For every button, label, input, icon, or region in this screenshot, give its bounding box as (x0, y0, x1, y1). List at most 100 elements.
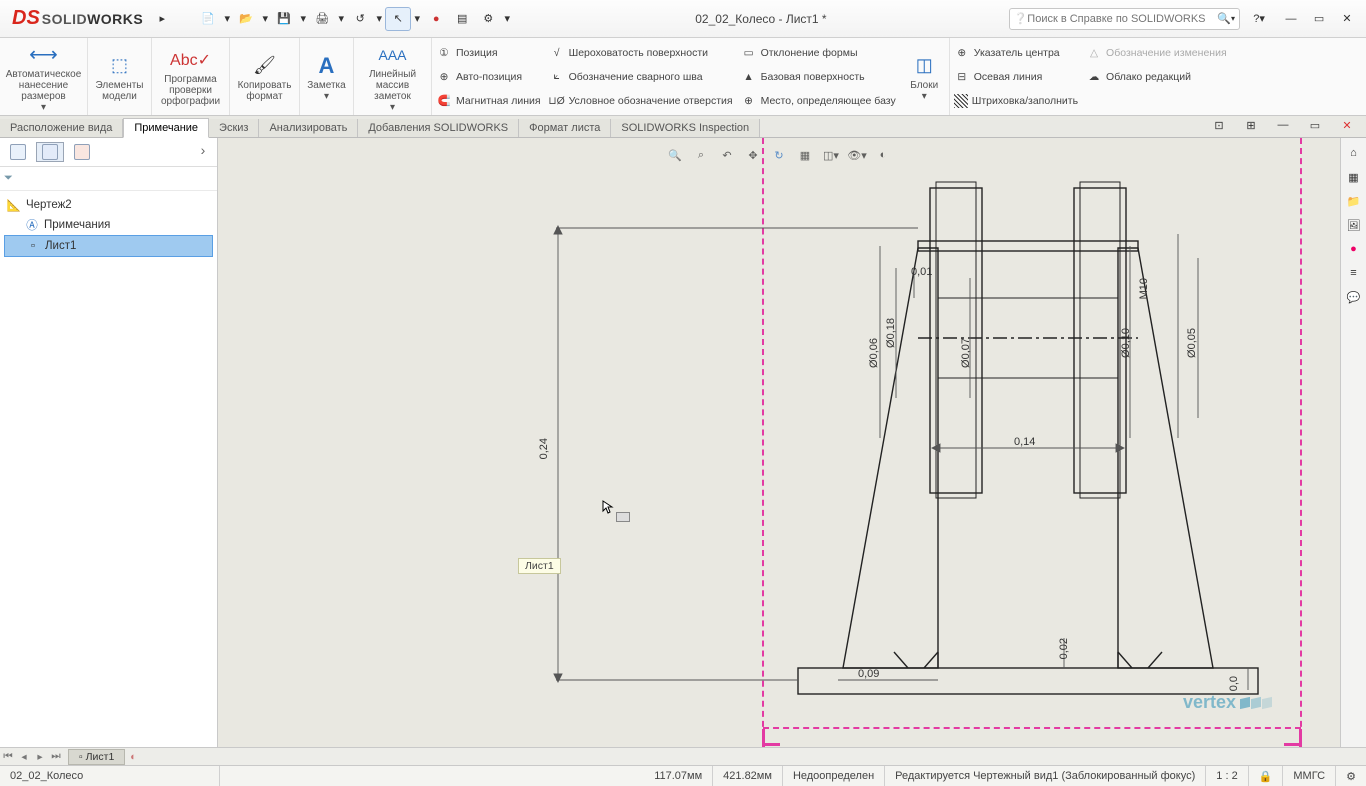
tab-annotation[interactable]: Примечание (123, 118, 209, 138)
tree-annotations[interactable]: Ⓐ Примечания (4, 215, 213, 235)
sheet-nav-next[interactable]: ▸ (32, 749, 48, 765)
status-lock-icon[interactable]: 🔒 (1249, 766, 1284, 786)
close-button[interactable]: ✕ (1334, 7, 1360, 31)
mdi-prev-button[interactable]: ⊡ (1206, 113, 1232, 137)
ribbon-blocks[interactable]: ◫ Блоки▾ (900, 38, 950, 115)
add-sheet-button[interactable]: ◐ (125, 749, 141, 765)
title-bar: DS SOLIDWORKS ▸ 📄▾ 📂▾ 💾▾ 🖨▾ ↺▾ ↖▾ ● ▤ ⚙▾… (0, 0, 1366, 38)
select-button[interactable]: ↖ (385, 7, 411, 31)
taskpane-resources-button[interactable]: ▦ (1343, 166, 1365, 188)
taskpane-appearances-button[interactable]: ● (1343, 238, 1365, 260)
ribbon-centerline[interactable]: ⊟Осевая линия (954, 66, 1078, 87)
ribbon-form-deviation[interactable]: ▭Отклонение формы (741, 42, 896, 63)
search-icon[interactable]: 🔍 (1217, 12, 1231, 25)
sheet-nav-first[interactable]: ⏮ (0, 749, 16, 765)
mdi-close-button[interactable]: ✕ (1334, 113, 1360, 137)
tree-sheet-label: Лист1 (45, 240, 76, 252)
print-dropdown[interactable]: ▾ (335, 7, 347, 31)
maximize-button[interactable]: ▭ (1306, 7, 1332, 31)
sheet-tab-icon: ▫ (79, 751, 83, 763)
panel-tab-property-mgr[interactable] (36, 142, 64, 162)
save-button[interactable]: 💾 (271, 7, 297, 31)
select-dropdown[interactable]: ▾ (411, 7, 423, 31)
tree-root-label: Чертеж2 (26, 199, 72, 211)
logo-ds-icon: DS (12, 7, 40, 30)
note-icon: A (313, 52, 341, 80)
taskpane-forum-button[interactable]: 💬 (1343, 286, 1365, 308)
tree-root[interactable]: 📐 Чертеж2 (4, 195, 213, 215)
ribbon-surface-roughness[interactable]: √Шероховатость поверхности (549, 42, 733, 63)
tab-sheet-format[interactable]: Формат листа (519, 119, 611, 137)
mdi-restore-button[interactable]: ▭ (1302, 113, 1328, 137)
status-edit-state: Редактируется Чертежный вид1 (Заблокиров… (885, 766, 1206, 786)
help-button[interactable]: ?▾ (1246, 7, 1272, 31)
ribbon-auto-dimension[interactable]: ⟷ Автоматическое нанесение размеров▾ (0, 38, 88, 115)
app-logo: DS SOLIDWORKS (6, 5, 149, 32)
open-file-dropdown[interactable]: ▾ (259, 7, 271, 31)
undo-button[interactable]: ↺ (347, 7, 373, 31)
taskpane-home-button[interactable]: ⌂ (1343, 142, 1365, 164)
taskpane-view-palette-button[interactable]: 🖼 (1343, 214, 1365, 236)
print-button[interactable]: 🖨 (309, 7, 335, 31)
help-search-dropdown[interactable]: ▾ (1231, 14, 1235, 23)
undo-dropdown[interactable]: ▾ (373, 7, 385, 31)
ribbon-copy-format[interactable]: 🖌 Копировать формат (230, 38, 300, 115)
ribbon-note[interactable]: A Заметка▾ (300, 38, 354, 115)
help-search[interactable]: ❔ 🔍▾ (1009, 8, 1240, 30)
drawing-canvas[interactable]: 🔍 ⌕ ↶ ✥ ↻ ▦ ◫▾ 👁▾ ◐ (218, 138, 1340, 747)
settings-button[interactable]: ⚙ (475, 7, 501, 31)
dim-009: 0,09 (858, 668, 879, 680)
centerline-icon: ⊟ (954, 69, 970, 85)
ribbon-note-array[interactable]: AAA Линейный массив заметок▾ (354, 38, 432, 115)
sheet-tab-1[interactable]: ▫ Лист1 (68, 749, 125, 765)
panel-expand-button[interactable]: › (193, 142, 213, 162)
ribbon-auto-position[interactable]: ⊕Авто-позиция (436, 66, 541, 87)
ribbon-hatch-fill[interactable]: Штриховка/заполнить (954, 90, 1078, 111)
new-file-dropdown[interactable]: ▾ (221, 7, 233, 31)
logo-menu-dropdown[interactable]: ▸ (149, 7, 175, 31)
tree-filter-bar[interactable]: ⏷ (0, 167, 217, 191)
sheet-nav-last[interactable]: ⏭ (48, 749, 64, 765)
triangle-icon: △ (1086, 45, 1102, 61)
tab-view-layout[interactable]: Расположение вида (0, 119, 123, 137)
status-units[interactable]: ММГС (1283, 766, 1336, 786)
datum-target-icon: ⊕ (741, 93, 757, 109)
tab-inspection[interactable]: SOLIDWORKS Inspection (611, 119, 760, 137)
rebuild-button[interactable]: ● (423, 7, 449, 31)
tab-evaluate[interactable]: Анализировать (259, 119, 358, 137)
status-definition: Недоопределен (783, 766, 885, 786)
ribbon-magnetic-line[interactable]: 🧲Магнитная линия (436, 90, 541, 111)
tree-sheet1[interactable]: ▫ Лист1 (4, 235, 213, 257)
sheet-nav-prev[interactable]: ◂ (16, 749, 32, 765)
ribbon-datum-target[interactable]: ⊕Место, определяющее базу (741, 90, 896, 111)
status-config-icon[interactable]: ⚙ (1336, 766, 1366, 786)
mdi-next-button[interactable]: ⊞ (1238, 113, 1264, 137)
status-scale[interactable]: 1 : 2 (1206, 766, 1248, 786)
help-search-input[interactable] (1027, 13, 1217, 25)
ribbon-revision-cloud[interactable]: ☁Облако редакций (1086, 66, 1227, 87)
tooltip-sheet: Лист1 (518, 558, 561, 574)
new-file-button[interactable]: 📄 (195, 7, 221, 31)
ribbon-weld-symbol[interactable]: ⟀Обозначение сварного шва (549, 66, 733, 87)
tab-addins[interactable]: Добавления SOLIDWORKS (358, 119, 519, 137)
panel-tab-feature-tree[interactable] (4, 142, 32, 162)
dim-phi010: Ø0,10 (1120, 328, 1132, 358)
format-painter-icon: 🖌 (251, 52, 279, 80)
taskpane-properties-button[interactable]: ≡ (1343, 262, 1365, 284)
ribbon-hole-callout[interactable]: ⊔ØУсловное обозначение отверстия (549, 90, 733, 111)
taskpane-library-button[interactable]: 📁 (1343, 190, 1365, 212)
dim-phi006: Ø0,06 (868, 338, 880, 368)
ribbon-model-items[interactable]: ⬚ Элементы модели (88, 38, 152, 115)
minimize-button[interactable]: — (1278, 7, 1304, 31)
tab-sketch[interactable]: Эскиз (209, 119, 259, 137)
panel-tab-config[interactable] (68, 142, 96, 162)
ribbon-datum-surface[interactable]: ▲Базовая поверхность (741, 66, 896, 87)
save-dropdown[interactable]: ▾ (297, 7, 309, 31)
mdi-minimize-button[interactable]: — (1270, 113, 1296, 137)
ribbon-position[interactable]: ①Позиция (436, 42, 541, 63)
ribbon-center-mark[interactable]: ⊕Указатель центра (954, 42, 1078, 63)
open-file-button[interactable]: 📂 (233, 7, 259, 31)
ribbon-spellcheck[interactable]: Abc✓ Программа проверки орфографии (152, 38, 230, 115)
options-list-button[interactable]: ▤ (449, 7, 475, 31)
settings-dropdown[interactable]: ▾ (501, 7, 513, 31)
